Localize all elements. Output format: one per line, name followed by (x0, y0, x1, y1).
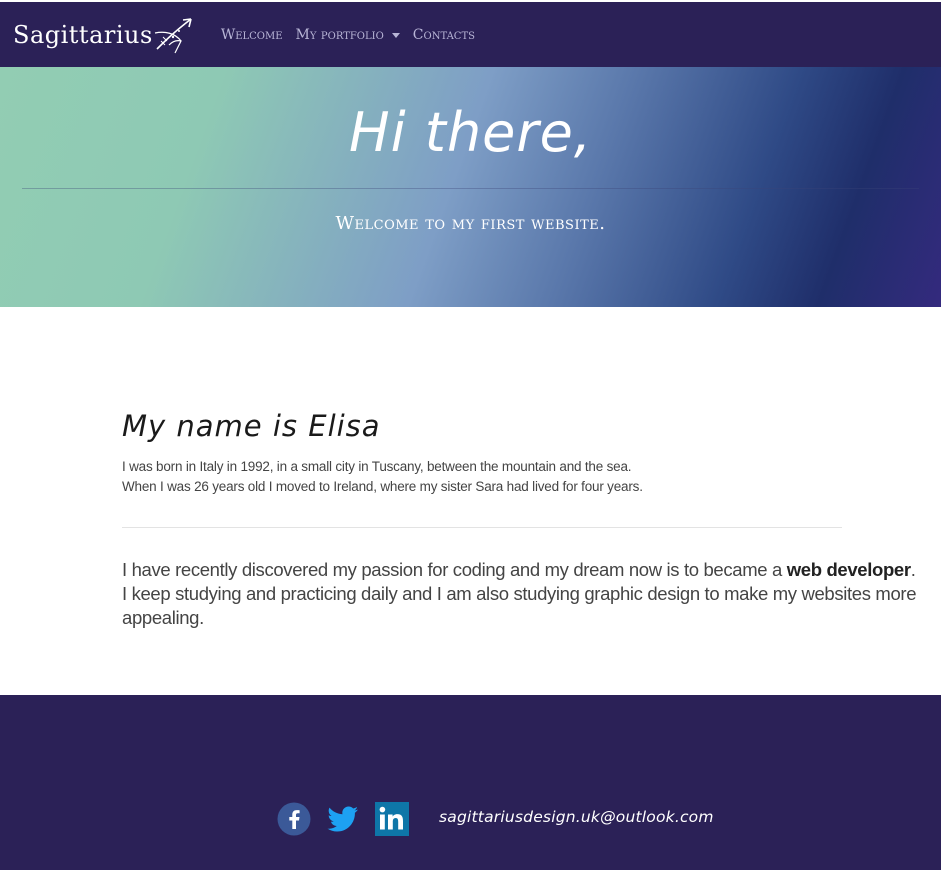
nav-portfolio-dropdown[interactable]: My portfolio (296, 27, 400, 43)
nav-contacts-link[interactable]: Contacts (413, 27, 475, 43)
linkedin-icon[interactable] (375, 802, 409, 836)
nav-links: Welcome My portfolio Contacts (221, 27, 488, 43)
footer: sagittariusdesign.uk@outlook.com (0, 695, 941, 870)
passion-text: I have recently discovered my passion fo… (122, 559, 787, 580)
hero-subtitle: Welcome to my first website. (335, 213, 606, 234)
nav-portfolio-label: My portfolio (295, 27, 384, 43)
nav-welcome-label: Welcome (220, 27, 283, 43)
email-link[interactable]: sagittariusdesign.uk@outlook.com (439, 808, 714, 826)
about-intro: I was born in Italy in 1992, in a small … (122, 457, 643, 497)
about-line-3: I have recently discovered my passion fo… (122, 558, 941, 582)
facebook-icon[interactable] (277, 802, 311, 836)
navbar: Sagittarius Welcome My portfolio Contact… (0, 2, 941, 67)
passion-period: . (910, 559, 916, 580)
about-line-2: When I was 26 years old I moved to Irela… (122, 479, 643, 494)
about-divider (122, 527, 842, 528)
nav-welcome-link[interactable]: Welcome (221, 27, 283, 43)
twitter-icon[interactable] (326, 802, 360, 836)
about-section: My name is Elisa I was born in Italy in … (0, 307, 941, 695)
nav-contacts-label: Contacts (412, 27, 475, 43)
hero-banner: Hi there, Welcome to my first website. (0, 67, 941, 307)
about-passion: I have recently discovered my passion fo… (122, 558, 941, 630)
about-line-1: I was born in Italy in 1992, in a small … (122, 459, 632, 474)
hero-divider (22, 188, 919, 189)
hero-title: Hi there, (349, 101, 592, 164)
social-links (277, 802, 424, 836)
sagittarius-logo-icon (154, 17, 192, 53)
brand-name: Sagittarius (13, 20, 153, 49)
about-heading: My name is Elisa (122, 409, 381, 443)
web-developer-highlight: web developer (786, 559, 911, 580)
caret-down-icon (391, 32, 400, 38)
about-line-4: I keep studying and practicing daily and… (122, 583, 917, 628)
brand-link[interactable]: Sagittarius (13, 15, 197, 55)
